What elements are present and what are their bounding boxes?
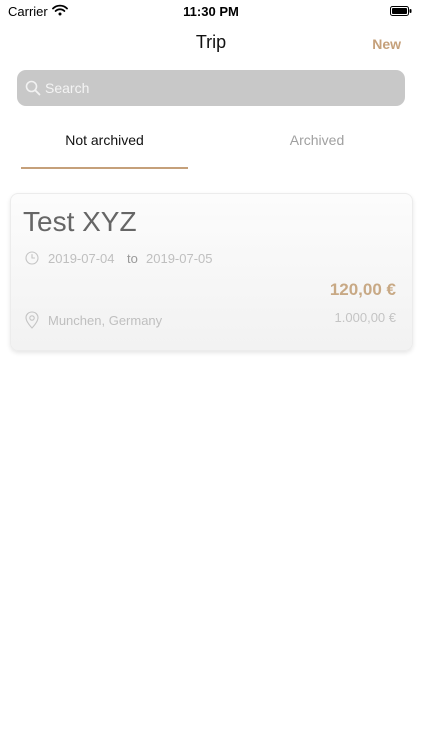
search-icon [25,80,41,96]
trip-end-date: 2019-07-05 [146,251,213,266]
map-pin-icon [25,311,39,329]
trip-title: Test XYZ [23,206,137,237]
date-separator: to [127,251,138,266]
trip-location: Munchen, Germany [48,313,163,328]
search-bar[interactable] [17,70,405,106]
trip-amount: 120,00 € [329,280,396,299]
status-time: 11:30 PM [183,4,239,19]
trip-card[interactable]: Test XYZ 2019-07-04 to 2019-07-05 120,00… [10,193,413,351]
status-bar: Carrier 11:30 PM [0,0,422,22]
battery-icon [390,6,412,16]
tab-not-archived[interactable]: Not archived [21,122,188,170]
tab-archived[interactable]: Archived [232,122,402,170]
trip-start-date: 2019-07-04 [48,251,115,266]
search-input[interactable] [45,70,395,106]
new-trip-button[interactable]: New [372,36,401,52]
active-tab-indicator [21,167,188,169]
clock-icon [25,251,39,265]
trip-budget: 1.000,00 € [334,310,396,325]
page-title: Trip [195,32,227,52]
